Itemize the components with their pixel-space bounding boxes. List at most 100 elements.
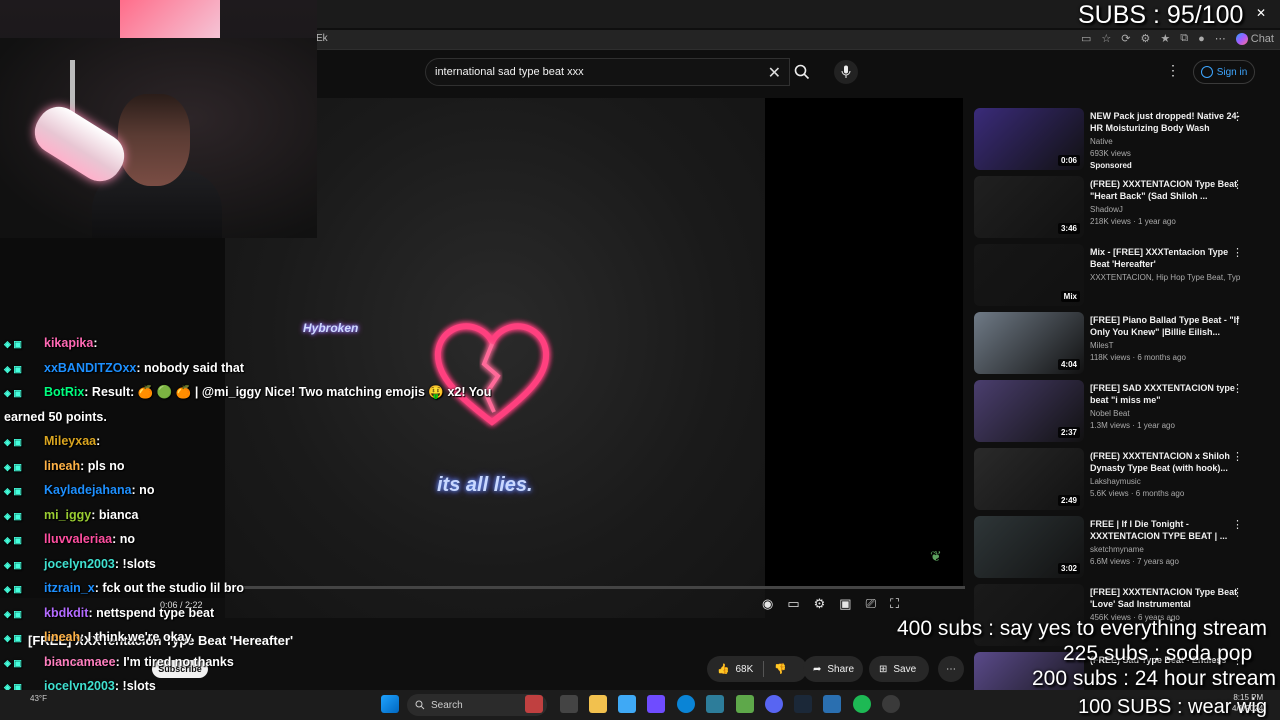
search-input[interactable]: international sad type beat xxx ✕: [425, 58, 790, 86]
recommendation-thumbnail[interactable]: 4:04: [974, 312, 1084, 374]
photos-icon[interactable]: [823, 695, 841, 713]
recommendation-menu-icon[interactable]: ⋮: [1232, 382, 1243, 395]
settings-gear-icon[interactable]: ⚙: [814, 596, 826, 612]
profile-icon[interactable]: ●: [1198, 33, 1205, 45]
recommendation-title[interactable]: [FREE] XXXTENTACION Type Beat 'Love' Sad…: [1090, 586, 1240, 610]
favorite-icon[interactable]: ☆: [1101, 32, 1111, 45]
more-actions-button[interactable]: ⋯: [938, 656, 964, 682]
chat-username[interactable]: Kayladejahana: [44, 483, 132, 497]
recommendation-title[interactable]: Mix - [FREE] XXXTentacion Type Beat 'Her…: [1090, 246, 1240, 270]
store-icon[interactable]: [706, 695, 724, 713]
chat-username[interactable]: biancamaee: [44, 655, 116, 669]
recommendation-thumbnail[interactable]: 0:06: [974, 108, 1084, 170]
recommendation-channel[interactable]: Lakshaymusic: [1090, 476, 1240, 488]
recommendation-menu-icon[interactable]: ⋮: [1232, 314, 1243, 327]
recommendation-menu-icon[interactable]: ⋮: [1232, 518, 1243, 531]
chat-username[interactable]: lineah: [44, 630, 80, 644]
recommendation-channel[interactable]: sketchmyname: [1090, 544, 1240, 556]
recommendation-title[interactable]: FREE | If I Die Tonight - XXXTENTACION T…: [1090, 518, 1240, 542]
progress-bar[interactable]: [225, 586, 965, 589]
recommendation-title[interactable]: [FREE] Piano Ballad Type Beat - "If Only…: [1090, 314, 1240, 338]
copilot-app-icon[interactable]: [618, 695, 636, 713]
recommendation-item[interactable]: Mix Mix - [FREE] XXXTentacion Type Beat '…: [974, 244, 1264, 308]
chat-username[interactable]: lluvvaleriaa: [44, 532, 112, 546]
refresh-icon[interactable]: ⟳: [1121, 32, 1130, 45]
recommendation-channel[interactable]: Nobel Beat: [1090, 408, 1240, 420]
recommendation-thumbnail[interactable]: 2:37: [974, 380, 1084, 442]
chat-text: : no: [112, 532, 136, 546]
recommendation-menu-icon[interactable]: ⋮: [1232, 178, 1243, 191]
recommendation-title[interactable]: NEW Pack just dropped! Native 24-HR Mois…: [1090, 110, 1240, 134]
task-view-icon[interactable]: [560, 695, 578, 713]
autoplay-toggle-icon[interactable]: ◉: [762, 596, 773, 612]
recommendation-title[interactable]: (FREE) XXXTENTACION Type Beat "Heart Bac…: [1090, 178, 1240, 202]
chat-username[interactable]: mi_iggy: [44, 508, 91, 522]
like-count[interactable]: 68K: [735, 664, 753, 675]
captions-icon[interactable]: ▭: [787, 596, 799, 612]
steam-icon[interactable]: [794, 695, 812, 713]
recommendation-item[interactable]: 4:04 [FREE] Piano Ballad Type Beat - "If …: [974, 312, 1264, 376]
chat-username[interactable]: jocelyn2003: [44, 557, 115, 571]
recommendation-item[interactable]: 0:06 NEW Pack just dropped! Native 24-HR …: [974, 108, 1264, 172]
recommendation-channel[interactable]: Native: [1090, 136, 1240, 148]
more-menu-icon[interactable]: ⋯: [1215, 32, 1226, 45]
sign-in-button[interactable]: Sign in: [1193, 60, 1255, 84]
recommendation-thumbnail[interactable]: 3:02: [974, 516, 1084, 578]
recommendation-channel[interactable]: ShadowJ: [1090, 204, 1240, 216]
share-button[interactable]: ➦ Share: [803, 656, 863, 682]
dislike-icon[interactable]: 👎: [774, 664, 786, 675]
recommendation-thumbnail[interactable]: Mix: [974, 244, 1084, 306]
settings-menu-icon[interactable]: ⋮: [1166, 62, 1180, 79]
weather-widget[interactable]: 43°F: [30, 694, 47, 703]
recommendation-item[interactable]: 3:46 (FREE) XXXTENTACION Type Beat "Heart…: [974, 176, 1264, 240]
recommendation-item[interactable]: 2:49 (FREE) XXXTENTACION x Shiloh Dynasty…: [974, 448, 1264, 512]
cast-icon[interactable]: ⎚: [866, 596, 876, 612]
recommendation-channel[interactable]: XXXTENTACION, Hip Hop Type Beat, Typ...: [1090, 272, 1240, 284]
chat-username[interactable]: itzrain_x: [44, 581, 95, 595]
chat-message: ◈ ▣ kikapika:: [4, 336, 98, 350]
microphone-icon: [841, 65, 851, 78]
discord-icon[interactable]: [765, 695, 783, 713]
chat-username[interactable]: Mileyxaa: [44, 434, 96, 448]
chat-username[interactable]: kbdkdit: [44, 606, 88, 620]
recommendation-menu-icon[interactable]: ⋮: [1232, 450, 1243, 463]
collections-icon[interactable]: ⧉: [1180, 32, 1188, 45]
file-explorer-icon[interactable]: [589, 695, 607, 713]
recommendation-menu-icon[interactable]: ⋮: [1232, 586, 1243, 599]
chat-username[interactable]: xxBANDITZOxx: [44, 361, 136, 375]
recommendation-menu-icon[interactable]: ⋮: [1232, 110, 1243, 123]
obs-icon[interactable]: [882, 695, 900, 713]
recommendation-thumbnail[interactable]: 2:49: [974, 448, 1084, 510]
chat-username[interactable]: lineah: [44, 459, 80, 473]
chat-username[interactable]: kikapika: [44, 336, 93, 350]
save-button[interactable]: ⊞ Save: [869, 656, 929, 682]
address-bar[interactable]: Ek ▭ ☆ ⟳ ⚙ ★ ⧉ ● ⋯ Chat: [312, 30, 1280, 50]
recommendation-channel[interactable]: MilesT: [1090, 340, 1240, 352]
start-menu-icon[interactable]: [381, 695, 399, 713]
recommendation-menu-icon[interactable]: ⋮: [1232, 246, 1243, 259]
teams-icon[interactable]: [647, 695, 665, 713]
app-leaf-icon[interactable]: [736, 695, 754, 713]
spotify-icon[interactable]: [853, 695, 871, 713]
chat-username[interactable]: BotRix: [44, 385, 84, 399]
extensions-icon[interactable]: ⚙: [1140, 32, 1150, 45]
favorites-bar-icon[interactable]: ★: [1160, 32, 1170, 45]
clear-search-icon[interactable]: ✕: [768, 63, 781, 83]
video-letterbox: [765, 98, 963, 586]
miniplayer-icon[interactable]: ▣: [839, 596, 851, 612]
copilot-chat-button[interactable]: Chat: [1235, 32, 1274, 45]
recommendation-item[interactable]: 2:37 [FREE] SAD XXXTENTACION type beat "i…: [974, 380, 1264, 444]
recommendation-item[interactable]: 3:02 FREE | If I Die Tonight - XXXTENTACI…: [974, 516, 1264, 580]
flag-widget-icon[interactable]: [525, 695, 543, 713]
taskbar-clock[interactable]: 8:15 PM 4/1/2024: [1232, 692, 1263, 714]
fullscreen-icon[interactable]: ⛶: [890, 596, 899, 612]
search-button[interactable]: [788, 58, 816, 86]
split-screen-icon[interactable]: ▭: [1081, 32, 1091, 45]
recommendation-title[interactable]: [FREE] SAD XXXTENTACION type beat "i mis…: [1090, 382, 1240, 406]
recommendation-thumbnail[interactable]: 3:46: [974, 176, 1084, 238]
voice-search-button[interactable]: [834, 60, 858, 84]
more-icon: ⋯: [946, 663, 956, 675]
like-icon[interactable]: 👍: [717, 664, 729, 675]
recommendation-title[interactable]: (FREE) XXXTENTACION x Shiloh Dynasty Typ…: [1090, 450, 1240, 474]
edge-icon[interactable]: [677, 695, 695, 713]
